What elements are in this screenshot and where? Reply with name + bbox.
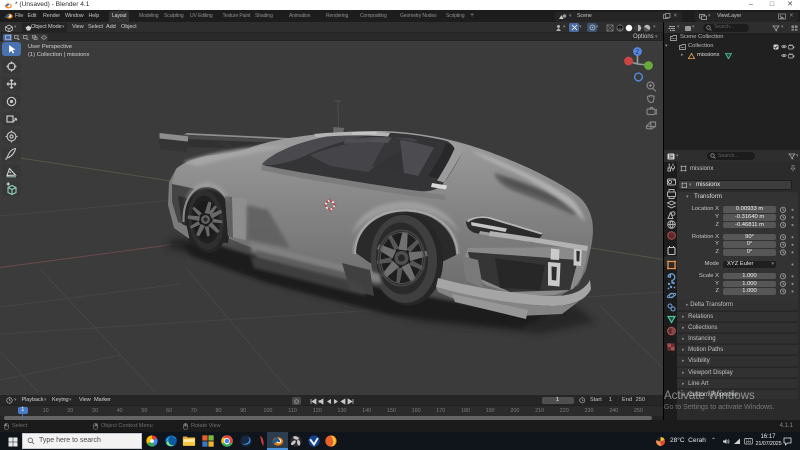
svg-text:Z: Z bbox=[636, 50, 640, 56]
